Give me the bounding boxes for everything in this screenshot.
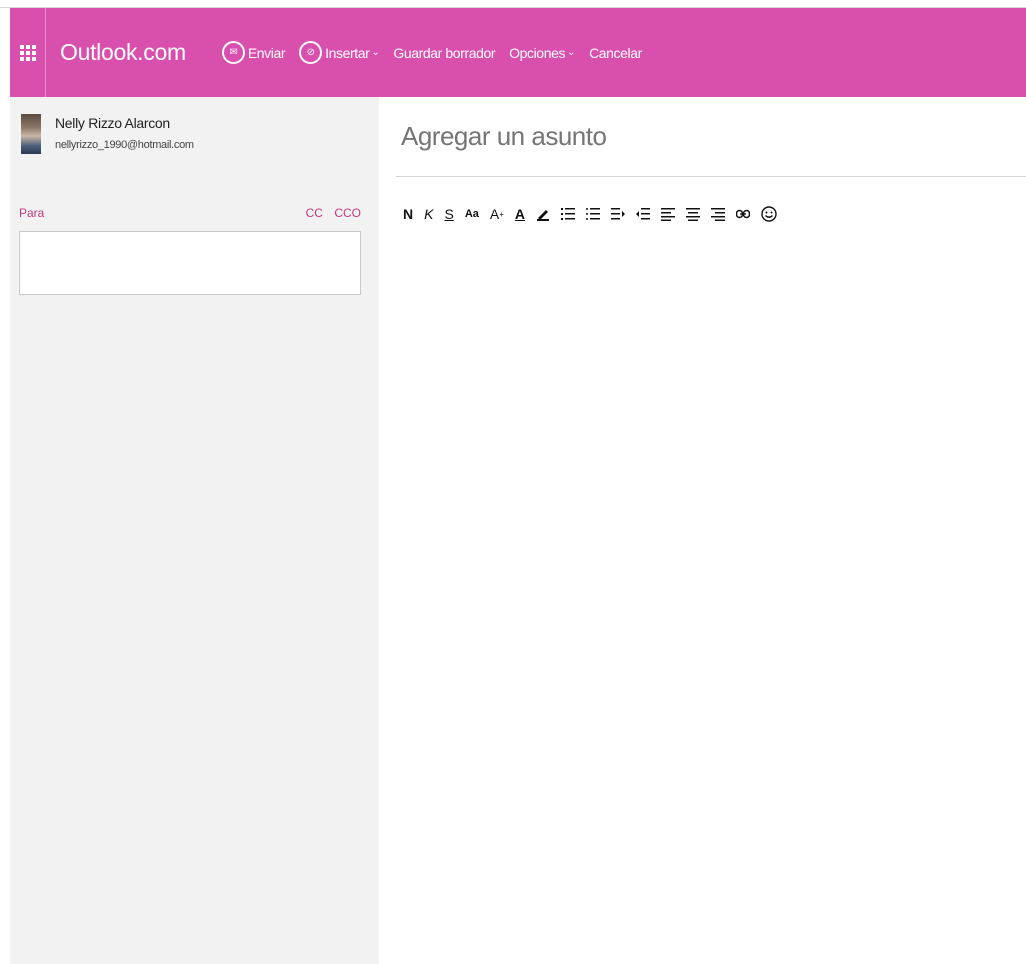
save-draft-label: Guardar borrador: [393, 44, 496, 61]
cancel-label: Cancelar: [589, 44, 642, 61]
avatar: [21, 114, 41, 154]
app-launcher-button[interactable]: [10, 8, 46, 97]
emoji-icon[interactable]: [761, 206, 777, 222]
chevron-down-icon: ⌄: [371, 47, 380, 58]
options-button[interactable]: Opciones ⌄: [509, 45, 575, 61]
insert-button[interactable]: ⊘ Insertar ⌄: [299, 41, 380, 64]
cc-link[interactable]: CC: [306, 206, 323, 220]
italic-icon[interactable]: K: [424, 206, 433, 222]
bcc-link[interactable]: CCO: [334, 206, 361, 220]
underline-icon[interactable]: S: [444, 206, 453, 222]
align-left-icon[interactable]: [661, 207, 676, 221]
cancel-button[interactable]: Cancelar: [589, 45, 642, 61]
grow-font-icon[interactable]: A +: [490, 206, 504, 222]
bulleted-list-icon[interactable]: [586, 207, 601, 221]
link-icon[interactable]: [736, 209, 751, 219]
to-field[interactable]: [19, 231, 361, 295]
align-right-icon[interactable]: [711, 207, 726, 221]
font-size-icon[interactable]: Aa: [465, 208, 479, 220]
subject-input[interactable]: [401, 118, 1026, 154]
sender-name: Nelly Rizzo Alarcon: [55, 115, 170, 131]
decrease-indent-icon[interactable]: [611, 207, 626, 221]
subject-divider: [396, 176, 1026, 177]
send-label: Enviar: [247, 44, 286, 61]
font-color-icon[interactable]: A: [515, 206, 525, 222]
numbered-list-icon[interactable]: [561, 207, 576, 221]
send-icon: ✉: [221, 41, 245, 64]
waffle-icon: [19, 44, 36, 61]
insert-label: Insertar: [325, 44, 370, 61]
to-label[interactable]: Para: [19, 206, 44, 220]
send-button[interactable]: ✉ Enviar: [221, 41, 286, 64]
chevron-down-icon: ⌄: [567, 47, 576, 58]
message-body-editor[interactable]: [396, 240, 1016, 940]
app-header: Outlook.com ✉ Enviar ⊘ Insertar ⌄ Guarda…: [10, 8, 1026, 97]
grow-font-glyph: A: [489, 206, 500, 222]
paperclip-icon: ⊘: [299, 41, 323, 64]
options-label: Opciones: [509, 44, 566, 61]
increase-indent-icon[interactable]: [636, 207, 651, 221]
align-center-icon[interactable]: [686, 207, 701, 221]
recipients-pane: Nelly Rizzo Alarcon nellyrizzo_1990@hotm…: [10, 97, 379, 964]
formatting-toolbar: N K S Aa A + A: [403, 203, 788, 225]
brand-title[interactable]: Outlook.com: [60, 39, 186, 66]
cc-bcc-links: CC CCO: [298, 206, 361, 220]
sender-email: nellyrizzo_1990@hotmail.com: [55, 139, 194, 151]
save-draft-button[interactable]: Guardar borrador: [393, 45, 495, 61]
highlight-icon[interactable]: [536, 207, 550, 221]
bold-icon[interactable]: N: [403, 206, 413, 222]
